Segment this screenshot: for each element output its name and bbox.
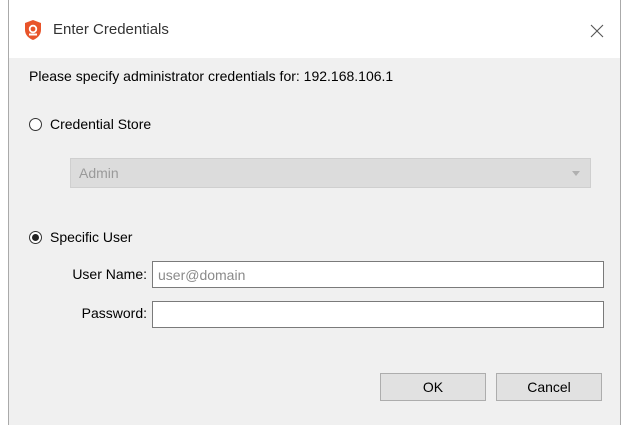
- password-input[interactable]: [152, 301, 604, 328]
- prompt-text: Please specify administrator credentials…: [29, 68, 394, 84]
- credentials-dialog: Enter Credentials Please specify adminis…: [8, 0, 621, 425]
- ok-button[interactable]: OK: [380, 373, 486, 401]
- chevron-down-icon: [572, 171, 580, 176]
- username-label: User Name:: [72, 266, 147, 282]
- credential-store-select: Admin: [70, 158, 591, 188]
- title-bar: Enter Credentials: [9, 0, 620, 58]
- specific-user-radio[interactable]: [29, 230, 42, 244]
- specific-user-label: Specific User: [50, 229, 133, 245]
- close-icon: [590, 24, 604, 38]
- close-button[interactable]: [574, 8, 620, 54]
- specific-user-option[interactable]: Specific User: [29, 229, 132, 245]
- shield-badge-icon: [25, 20, 41, 40]
- window-title: Enter Credentials: [53, 21, 169, 38]
- username-input[interactable]: [152, 261, 604, 288]
- credential-store-radio[interactable]: [29, 117, 42, 131]
- credential-store-label: Credential Store: [50, 116, 152, 132]
- cancel-button[interactable]: Cancel: [496, 373, 602, 401]
- credential-store-option[interactable]: Credential Store: [29, 116, 151, 132]
- password-label: Password:: [81, 305, 147, 321]
- credential-store-value: Admin: [79, 165, 119, 181]
